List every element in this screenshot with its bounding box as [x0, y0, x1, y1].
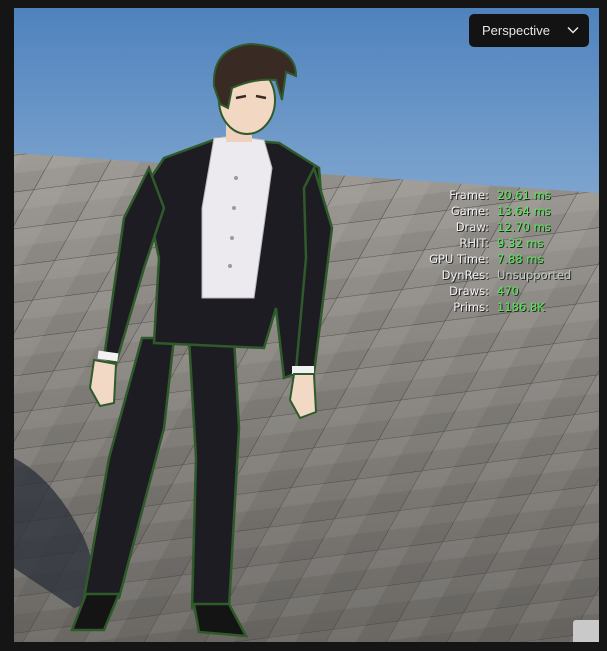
stat-value: 13.64 ms [497, 204, 551, 218]
scene-render [14, 8, 599, 642]
stat-row: GPU Time: 7.88 ms [409, 251, 571, 267]
chevron-down-icon [567, 26, 579, 34]
stat-row: Frame: 20.61 ms [409, 187, 571, 203]
stat-label: Prims: [453, 300, 489, 314]
stat-label: Draw: [455, 220, 489, 234]
editor-frame: Perspective Frame: 20.61 ms Game: 13.64 … [0, 0, 607, 651]
view-mode-dropdown[interactable]: Perspective [469, 14, 589, 47]
right-cuff [292, 366, 314, 374]
level-viewport[interactable]: Perspective Frame: 20.61 ms Game: 13.64 … [14, 8, 599, 642]
stat-value: 20.61 ms [497, 188, 551, 202]
stat-row: DynRes: Unsupported [409, 267, 572, 283]
stat-label: RHIT: [459, 236, 489, 250]
stat-row: Prims: 1186.8K [409, 299, 571, 315]
stat-label: Frame: [449, 188, 489, 202]
stat-value: 9.32 ms [497, 236, 544, 250]
viewport-resize-handle[interactable] [573, 620, 599, 642]
stat-label: DynRes: [441, 268, 489, 282]
stat-value: 12.70 ms [497, 220, 551, 234]
stat-value: 470 [497, 284, 519, 298]
stat-value: 7.88 ms [497, 252, 544, 266]
stat-label: Draws: [449, 284, 489, 298]
stats-overlay: Frame: 20.61 ms Game: 13.64 ms Draw: 12.… [409, 187, 571, 315]
stat-label: GPU Time: [429, 252, 489, 266]
stat-row: RHIT: 9.32 ms [409, 235, 571, 251]
stat-row: Draw: 12.70 ms [409, 219, 571, 235]
stat-value: Unsupported [497, 268, 572, 282]
view-mode-label: Perspective [482, 23, 550, 38]
right-leg [187, 336, 241, 610]
stat-value: 1186.8K [497, 300, 545, 314]
stat-label: Game: [450, 204, 489, 218]
stat-row: Game: 13.64 ms [409, 203, 571, 219]
stat-row: Draws: 470 [409, 283, 571, 299]
